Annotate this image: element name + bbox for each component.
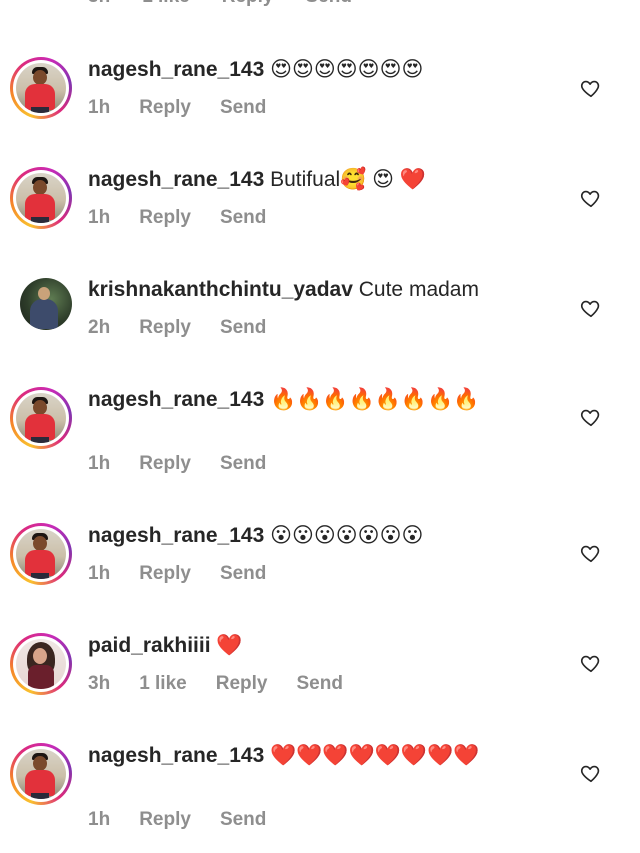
comment-actions: 1h Reply Send	[88, 207, 295, 229]
comment-body: krishnakanthchintu_yadav Cute madam	[88, 274, 570, 306]
reply-button[interactable]: Reply	[139, 207, 191, 229]
previous-comment-actions: 3h 1 like Reply Send	[88, 0, 352, 8]
comment-username[interactable]: nagesh_rane_143	[88, 168, 264, 191]
comment-body: nagesh_rane_143 ❤️❤️❤️❤️❤️❤️❤️❤️	[88, 740, 550, 772]
reply-button[interactable]: Reply	[216, 673, 268, 695]
comment-text: ❤️❤️❤️❤️❤️❤️❤️❤️	[264, 744, 480, 767]
avatar[interactable]	[10, 743, 72, 805]
send-button[interactable]: Send	[220, 207, 266, 229]
comment-time: 1h	[88, 563, 111, 584]
comment-actions: 2h Reply Send	[88, 317, 295, 339]
profile-photo	[16, 393, 66, 443]
avatar[interactable]	[10, 387, 72, 449]
avatar[interactable]	[10, 167, 72, 229]
profile-photo	[16, 63, 66, 113]
comment-text: 🔥🔥🔥🔥🔥🔥🔥🔥	[264, 388, 480, 411]
profile-photo	[16, 529, 66, 579]
comment-text: Butifual🥰 😍 ❤️	[264, 168, 427, 191]
comment-username[interactable]: nagesh_rane_143	[88, 58, 264, 81]
comment-body: nagesh_rane_143 🔥🔥🔥🔥🔥🔥🔥🔥	[88, 384, 550, 416]
comment-actions: 1h Reply Send	[88, 97, 295, 119]
comment-time: 3h	[88, 673, 111, 694]
comment-text: 😮😮😮😮😮😮😮	[264, 524, 424, 547]
comment-time: 2h	[88, 317, 111, 338]
profile-photo	[16, 749, 66, 799]
comment-actions: 3h 1 like Reply Send	[88, 673, 372, 695]
comment-username[interactable]: nagesh_rane_143	[88, 744, 264, 767]
reply-button[interactable]: Reply	[139, 809, 191, 831]
send-button[interactable]: Send	[296, 673, 342, 695]
send-button[interactable]: Send	[220, 809, 266, 831]
heart-outline-icon[interactable]	[580, 77, 602, 99]
comment-likes-count[interactable]: 1 like	[139, 673, 187, 695]
comment-username[interactable]: nagesh_rane_143	[88, 524, 264, 547]
comment-likes-count[interactable]: 1 like	[142, 0, 190, 8]
comment-actions: 1h Reply Send	[88, 453, 295, 475]
reply-button[interactable]: Reply	[139, 453, 191, 475]
heart-outline-icon[interactable]	[580, 297, 602, 319]
comment-username[interactable]: paid_rakhiiii	[88, 634, 211, 657]
comment-actions: 1h Reply Send	[88, 563, 295, 585]
comment-text: Cute madam	[352, 278, 479, 301]
comment-username[interactable]: krishnakanthchintu_yadav	[88, 278, 353, 301]
avatar[interactable]	[20, 278, 72, 330]
comment-text: ❤️	[210, 634, 243, 657]
comment-time: 1h	[88, 809, 111, 830]
reply-button[interactable]: Reply	[139, 97, 191, 119]
send-button[interactable]: Send	[220, 317, 266, 339]
comment-time: 1h	[88, 453, 111, 474]
comment-time: 1h	[88, 207, 111, 228]
comment-time: 3h	[88, 0, 110, 8]
avatar[interactable]	[10, 523, 72, 585]
comment-body: nagesh_rane_143 Butifual🥰 😍 ❤️	[88, 164, 570, 196]
comment-actions: 1h Reply Send	[88, 809, 295, 831]
send-button[interactable]: Send	[305, 0, 351, 8]
heart-outline-icon[interactable]	[580, 187, 602, 209]
avatar[interactable]	[10, 57, 72, 119]
reply-button[interactable]: Reply	[139, 317, 191, 339]
comment-body: paid_rakhiiii ❤️	[88, 630, 570, 662]
comment-time: 1h	[88, 97, 111, 118]
heart-outline-icon[interactable]	[580, 652, 602, 674]
heart-outline-icon[interactable]	[580, 542, 602, 564]
send-button[interactable]: Send	[220, 97, 266, 119]
profile-photo	[16, 173, 66, 223]
comment-body: nagesh_rane_143 😮😮😮😮😮😮😮	[88, 520, 570, 552]
reply-button[interactable]: Reply	[139, 563, 191, 585]
heart-outline-icon[interactable]	[580, 406, 602, 428]
comment-body: nagesh_rane_143 😍😍😍😍😍😍😍	[88, 54, 570, 86]
comment-username[interactable]: nagesh_rane_143	[88, 388, 264, 411]
avatar[interactable]	[10, 633, 72, 695]
heart-outline-icon[interactable]	[580, 762, 602, 784]
send-button[interactable]: Send	[220, 453, 266, 475]
send-button[interactable]: Send	[220, 563, 266, 585]
reply-button[interactable]: Reply	[222, 0, 274, 8]
profile-photo	[16, 639, 66, 689]
comment-text: 😍😍😍😍😍😍😍	[264, 58, 424, 81]
